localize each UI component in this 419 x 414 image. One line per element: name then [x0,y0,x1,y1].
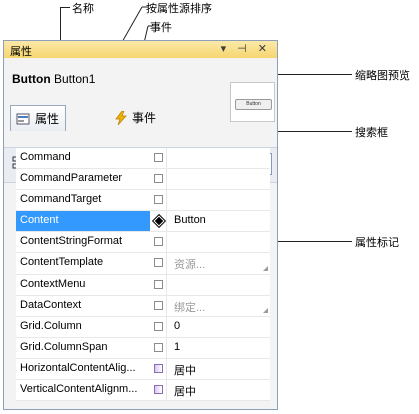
property-grid: Command CommandParameter CommandTarget Cont… [16,148,270,402]
property-name[interactable]: ContentStringFormat [20,235,146,247]
property-row[interactable]: Grid.ColumnSpan 1 [16,337,270,359]
properties-icon [16,113,30,125]
property-row[interactable]: DataContext 绑定... [16,295,270,317]
property-row[interactable]: Content Button [16,211,270,233]
property-marker-icon[interactable] [154,363,163,373]
property-row[interactable]: VerticalContentAlignm... 居中 [16,380,270,402]
panel-titlebar: 属性 ▾ ⊣ ✕ [4,41,277,59]
property-name[interactable]: Grid.Column [20,320,146,332]
property-row[interactable]: Grid.Column 0 [16,316,270,338]
property-marker-icon[interactable] [154,279,163,289]
column-separator [166,190,167,211]
property-marker-icon[interactable] [154,258,163,268]
callout-sort-by-source: 按属性源排序 [146,3,212,15]
property-marker-icon[interactable] [154,300,163,310]
property-name[interactable]: Command [20,151,146,163]
object-type: Button [12,72,51,86]
tab-events-label: 事件 [132,111,157,125]
lightning-icon [115,111,127,125]
property-value[interactable]: 1 [174,341,266,353]
property-value[interactable]: 居中 [174,383,266,399]
property-marker-icon[interactable] [154,342,163,352]
property-marker-icon[interactable] [154,237,163,247]
column-separator [166,358,167,380]
thumbnail-preview: Button [230,82,275,122]
column-separator [166,380,167,401]
panel-title: 属性 [10,46,32,58]
property-name[interactable]: ContextMenu [20,278,146,290]
column-separator [166,316,167,337]
callout-property-marker: 属性标记 [355,237,399,249]
property-name[interactable]: CommandParameter [20,172,146,184]
object-instance-name[interactable]: Button1 [54,72,95,86]
column-separator [166,232,167,253]
property-row[interactable]: Command [16,148,270,170]
dropdown-corner-icon[interactable] [263,307,268,313]
property-name[interactable]: DataContext [20,299,146,311]
property-value[interactable]: 绑定... [174,299,266,315]
column-separator [166,274,167,295]
property-value[interactable]: 0 [174,320,266,332]
property-marker-icon[interactable] [154,153,163,162]
property-row[interactable]: CommandTarget [16,190,270,212]
tab-properties-label: 属性 [35,112,60,126]
property-marker-icon[interactable] [154,216,163,225]
property-name[interactable]: Content [20,214,146,226]
property-value[interactable]: 资源... [174,256,266,272]
property-marker-icon[interactable] [154,195,163,205]
property-row[interactable]: ContentTemplate 资源... [16,253,270,275]
callout-thumbnail: 缩略图预览 [355,70,410,82]
callout-search-box: 搜索框 [355,127,388,139]
property-name[interactable]: VerticalContentAlignm... [20,383,146,395]
property-row[interactable]: ContentStringFormat [16,232,270,254]
callout-name-line-h [60,7,70,8]
column-separator [166,295,167,316]
property-name[interactable]: ContentTemplate [20,256,146,268]
column-separator [166,337,167,358]
property-name[interactable]: CommandTarget [20,193,146,205]
property-value[interactable]: Button [174,214,266,226]
property-row[interactable]: CommandParameter [16,169,270,191]
panel-header: Button Button1 Button 属性 事件 [4,58,277,148]
property-row[interactable]: ContextMenu [16,274,270,296]
tab-events[interactable]: 事件 [112,105,156,131]
tab-properties[interactable]: 属性 [10,105,66,131]
property-value[interactable]: 居中 [174,362,266,378]
property-name[interactable]: HorizontalContentAlig... [20,362,146,374]
object-name: Button Button1 [12,72,95,86]
column-separator [166,148,167,169]
column-separator [166,169,167,190]
property-marker-icon[interactable] [154,385,163,395]
property-name[interactable]: Grid.ColumnSpan [20,341,146,353]
property-marker-icon[interactable] [154,174,163,184]
column-separator [166,211,167,232]
panel-window-controls[interactable]: ▾ ⊣ ✕ [221,42,271,55]
dropdown-corner-icon[interactable] [263,265,268,271]
property-marker-icon[interactable] [154,321,163,331]
column-separator [166,253,167,274]
thumbnail-button: Button [235,99,272,110]
property-row[interactable]: HorizontalContentAlig... 居中 [16,358,270,381]
